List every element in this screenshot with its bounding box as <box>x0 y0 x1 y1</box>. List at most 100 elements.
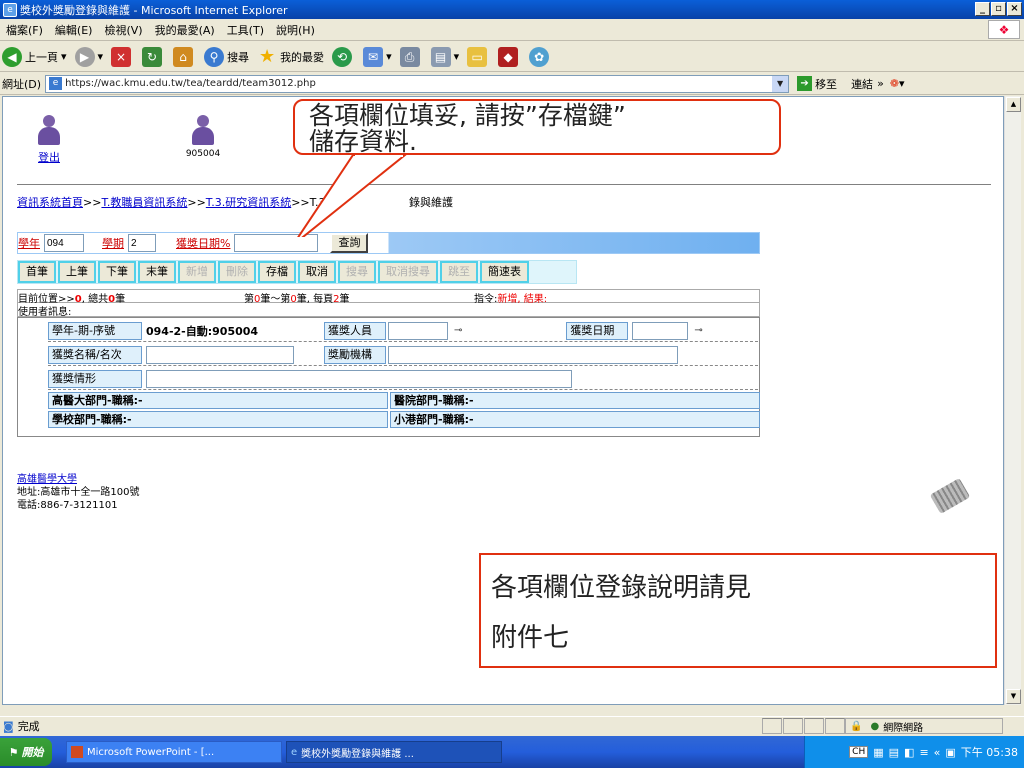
cancel-button[interactable]: 取消 <box>298 261 336 283</box>
pick-person-icon[interactable]: ⊸ <box>454 325 462 336</box>
address-bar: 網址(D) e https://wac.kmu.edu.tw/tea/teard… <box>0 73 1024 95</box>
form-row-1: 學年-期-序號 094-2-自動:905004 獲獎人員 ⊸ 獲獎日期 ⊸ <box>48 320 758 342</box>
chevron-down-icon[interactable]: ▼ <box>772 75 789 92</box>
go-button[interactable]: 移至 <box>815 76 837 92</box>
ime-indicator[interactable]: CH <box>849 746 869 758</box>
task-powerpoint[interactable]: Microsoft PowerPoint - [... <box>66 741 282 763</box>
go-arrow-icon[interactable]: ➔ <box>797 76 813 91</box>
user-message: 使用者訊息: <box>17 303 760 318</box>
half-width-icon[interactable]: ◧ <box>904 746 914 759</box>
summary-button[interactable]: 簡速表 <box>480 261 529 283</box>
powerpoint-icon <box>71 746 83 758</box>
maximize-icon[interactable]: ▫ <box>991 2 1006 16</box>
vertical-scrollbar[interactable]: ▲ ▼ <box>1004 96 1021 705</box>
back-arrow-icon: ◀ <box>2 46 22 67</box>
delete-button[interactable]: 刪除 <box>218 261 256 283</box>
tray-menu-icon[interactable]: ≡ <box>919 746 928 759</box>
start-button[interactable]: ⚑ 開始 <box>0 738 52 766</box>
stop-icon: × <box>111 46 132 67</box>
breadcrumb-research[interactable]: T.3.研究資訊系統 <box>206 196 291 209</box>
stop-button[interactable]: × <box>111 46 134 67</box>
url-text: https://wac.kmu.edu.tw/tea/teardd/team30… <box>65 78 316 89</box>
record-status: 目前位置>>0, 總共0筆 第0筆～第0筆, 每頁2筆 指令:新增, 結果: <box>17 289 760 305</box>
award-name-input[interactable] <box>146 345 294 364</box>
folder-icon: ▭ <box>467 46 488 67</box>
jump-button[interactable]: 跳至 <box>440 261 478 283</box>
logout-link[interactable]: 登出 <box>19 115 79 165</box>
home-button[interactable]: ⌂ <box>173 46 196 67</box>
breadcrumb-home[interactable]: 資訊系統首頁 <box>17 196 83 209</box>
award-date-input[interactable] <box>632 321 689 340</box>
print-button[interactable]: ⎙ <box>399 46 423 67</box>
forward-button[interactable]: ▶ ▾ <box>74 46 103 67</box>
mail-button[interactable]: ✉ ▾ <box>363 46 392 67</box>
globe-icon: ● <box>870 720 880 732</box>
winner-input[interactable] <box>388 321 448 340</box>
term-input[interactable] <box>128 234 156 252</box>
mail-icon: ✉ <box>363 46 384 67</box>
menu-tools[interactable]: 工具(T) <box>221 22 270 38</box>
refresh-button[interactable]: ↻ <box>142 46 165 67</box>
logout-person-icon <box>34 115 64 149</box>
breadcrumb-sep: >> <box>83 196 102 209</box>
org-input[interactable] <box>388 345 678 364</box>
date-input[interactable] <box>234 234 319 252</box>
user-person-icon <box>188 115 218 149</box>
situation-input[interactable] <box>146 369 572 388</box>
year-input[interactable] <box>44 234 84 252</box>
menu-edit[interactable]: 編輯(E) <box>49 22 99 38</box>
windows-logo-icon: ❖ <box>988 20 1020 39</box>
links-button[interactable]: 連結 <box>851 76 873 92</box>
save-button[interactable]: 存檔 <box>258 261 296 283</box>
header-divider <box>17 184 991 185</box>
situation-label: 獲獎情形 <box>48 369 142 388</box>
edit-button[interactable]: ▤ ▾ <box>430 46 459 67</box>
zone-text: 網際網路 <box>883 722 924 734</box>
award-date-label: 獲獎日期 <box>566 321 629 340</box>
home-icon: ⌂ <box>173 46 194 67</box>
status-cells <box>762 718 846 734</box>
history-button[interactable]: ⟲ <box>332 46 355 67</box>
minimize-icon[interactable]: _ <box>975 2 990 16</box>
folder-button[interactable]: ▭ <box>467 46 490 67</box>
next-button[interactable]: 下筆 <box>98 261 136 283</box>
menu-help[interactable]: 說明(H) <box>270 22 321 38</box>
search-button[interactable]: ⚲ 搜尋 <box>204 46 249 67</box>
add-button[interactable]: 新增 <box>178 261 216 283</box>
search-record-button[interactable]: 搜尋 <box>338 261 376 283</box>
menu-file[interactable]: 檔案(F) <box>0 22 49 38</box>
first-button[interactable]: 首筆 <box>18 261 56 283</box>
menu-view[interactable]: 檢視(V) <box>98 22 148 38</box>
menu-favorites[interactable]: 我的最愛(A) <box>149 22 221 38</box>
prev-button[interactable]: 上筆 <box>58 261 96 283</box>
back-button[interactable]: ◀ 上一頁 ▾ <box>2 46 67 67</box>
breadcrumb-current: T.3.0 <box>309 196 337 209</box>
favorites-button[interactable]: ★ 我的最愛 <box>257 46 325 67</box>
cancel-search-button[interactable]: 取消搜尋 <box>378 261 438 283</box>
network-icon[interactable]: ▣ <box>945 746 955 759</box>
task-ie[interactable]: e 獎校外獎勵登錄與維護 ... <box>286 741 502 763</box>
callout-line-2: 儲存資料. <box>309 127 417 156</box>
close-icon[interactable]: × <box>1007 2 1022 16</box>
msn-button[interactable]: ✿ <box>529 46 552 67</box>
pick-date-icon[interactable]: ⊸ <box>694 325 702 336</box>
ime-mode-icon[interactable]: ▤ <box>889 746 899 759</box>
award-form: 學年-期-序號 094-2-自動:905004 獲獎人員 ⊸ 獲獎日期 ⊸ 獲獎… <box>17 317 760 437</box>
ime-icon[interactable]: ▦ <box>873 746 883 759</box>
tray-expand-icon[interactable]: « <box>934 746 941 759</box>
callout-line-1: 各項欄位填妥, 請按”存檔鍵” <box>309 101 626 130</box>
logout-label[interactable]: 登出 <box>38 151 60 164</box>
window-title-bar[interactable]: e 獎校外獎勵登錄與維護 - Microsoft Internet Explor… <box>0 0 1024 19</box>
scroll-up-icon[interactable]: ▲ <box>1006 97 1021 112</box>
last-button[interactable]: 末筆 <box>138 261 176 283</box>
breadcrumb-staff[interactable]: T.教職員資訊系統 <box>101 196 187 209</box>
school-link[interactable]: 高雄醫學大學 <box>17 473 139 486</box>
lock-icon: 🔒 <box>850 720 863 732</box>
url-field[interactable]: e https://wac.kmu.edu.tw/tea/teardd/team… <box>45 74 790 93</box>
query-button[interactable]: 查詢 <box>330 233 369 253</box>
scroll-down-icon[interactable]: ▼ <box>1006 689 1021 704</box>
messenger-button[interactable]: ◆ <box>498 46 521 67</box>
dept-hospital: 醫院部門-職稱:- <box>390 392 760 409</box>
menu-bar: 檔案(F) 編輯(E) 檢視(V) 我的最愛(A) 工具(T) 說明(H) ❖ <box>0 19 1024 41</box>
favorites-label: 我的最愛 <box>280 50 325 64</box>
